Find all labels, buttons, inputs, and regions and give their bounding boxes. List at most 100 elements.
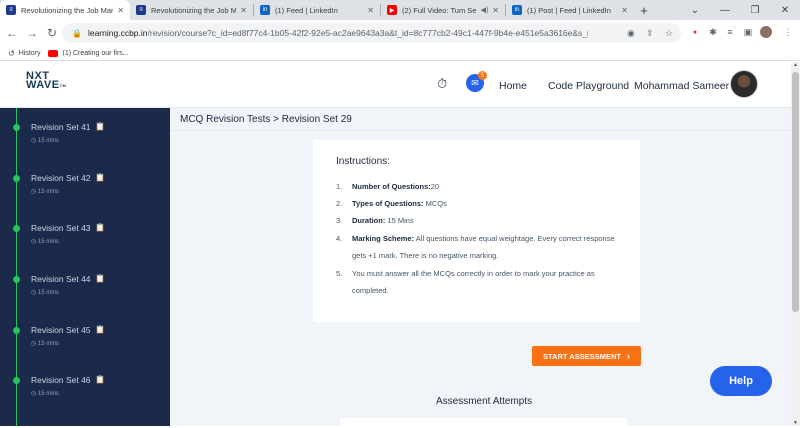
address-toolbar: ← → ↻ 🔒 learning.ccbp.in/revision/course…: [0, 20, 800, 46]
close-icon[interactable]: ✕: [117, 6, 124, 15]
instruction-number: 4.: [336, 234, 343, 243]
profile-avatar-icon[interactable]: [760, 26, 772, 38]
tab-search-icon[interactable]: ⌄: [680, 5, 710, 16]
sidebar-item-label: Revision Set 44: [31, 274, 91, 284]
menu-kebab-icon[interactable]: ⋮: [781, 24, 795, 40]
reading-list-icon[interactable]: ≡: [723, 24, 737, 40]
tab-title: (1) Post | Feed | LinkedIn: [527, 5, 611, 15]
sidebar-item-label: Revision Set 43: [31, 223, 91, 233]
avatar[interactable]: [730, 70, 758, 98]
lock-icon[interactable]: 🔒: [72, 29, 82, 38]
browser-tab[interactable]: in (1) Post | Feed | LinkedIn ✕: [506, 0, 634, 20]
start-assessment-label: START ASSESSMENT: [543, 351, 621, 361]
instruction-label: Number of Questions:: [352, 182, 431, 191]
tab-title: (2) Full Video: Tum Se H: [402, 5, 478, 15]
forward-icon[interactable]: →: [24, 26, 40, 40]
divider: [170, 130, 791, 131]
url-path: /revision/course?c_id=ed8f77c4-1b05-42f2…: [147, 28, 588, 38]
speaker-icon[interactable]: ◀): [481, 6, 489, 14]
clipboard-icon: 📋: [95, 223, 105, 232]
sidebar-item-revision-set-41[interactable]: Revision Set 41 📋 ◷ 15 mins: [0, 108, 170, 158]
sidebar-item-label: Revision Set 41: [31, 122, 91, 132]
sidebar-item-revision-set-46[interactable]: Revision Set 46 📋 ◷ 15 mins: [0, 361, 170, 411]
user-name[interactable]: Mohammad Sameer: [634, 80, 729, 92]
share-icon[interactable]: ⇪: [646, 23, 654, 43]
history-icon: ↺: [8, 48, 15, 58]
start-assessment-button[interactable]: START ASSESSMENT ›: [532, 346, 641, 366]
side-panel-icon[interactable]: ▣: [741, 24, 755, 40]
minimize-icon[interactable]: —: [710, 5, 740, 16]
sidebar-item-revision-set-45[interactable]: Revision Set 45 📋 ◷ 15 mins: [0, 311, 170, 361]
instruction-number: 2.: [336, 199, 343, 208]
sidebar-item-revision-set-44[interactable]: Revision Set 44 📋 ◷ 15 mins: [0, 260, 170, 310]
browser-tab[interactable]: ≡ Revolutionizing the Job Mark ✕: [0, 0, 130, 20]
sidebar-item-time: 15 mins: [37, 341, 59, 347]
close-window-icon[interactable]: ✕: [770, 5, 800, 16]
help-button[interactable]: Help: [710, 366, 772, 396]
url-host: learning.ccbp.in: [87, 28, 148, 38]
scroll-down-icon[interactable]: ▼: [791, 420, 800, 426]
browser-tab[interactable]: ▶ (2) Full Video: Tum Se H ◀) ✕: [381, 0, 505, 20]
instruction-number: 5.: [336, 269, 343, 278]
clock-icon: ◷ 15 mins: [31, 391, 59, 397]
close-icon[interactable]: ✕: [240, 6, 247, 15]
completed-check-icon: [13, 377, 20, 384]
clipboard-icon: 📋: [95, 122, 105, 131]
tab-title: Revolutionizing the Job Mark: [151, 5, 237, 15]
nav-code-playground[interactable]: Code Playground: [548, 80, 629, 92]
back-icon[interactable]: ←: [4, 26, 20, 40]
sidebar-item-label: Revision Set 42: [31, 173, 91, 183]
nxtwave-icon: ≡: [136, 5, 146, 15]
nxtwave-logo[interactable]: NXT WAVETM: [26, 71, 66, 91]
adblock-icon[interactable]: ●: [688, 24, 702, 40]
instruction-item: 4. Marking Scheme: All questions have equ…: [336, 230, 626, 264]
completed-check-icon: [13, 175, 20, 182]
sidebar-item-time: 15 mins: [37, 391, 59, 397]
completed-check-icon: [13, 276, 20, 283]
scrollbar-thumb[interactable]: [792, 72, 799, 312]
close-icon[interactable]: ✕: [621, 6, 628, 15]
linkedin-icon: in: [260, 5, 270, 15]
instruction-item: 2. Types of Questions: MCQs: [336, 195, 626, 212]
clock-icon: ◷ 15 mins: [31, 138, 59, 144]
page-scrollbar[interactable]: ▲ ▼: [791, 62, 800, 426]
extensions-icon[interactable]: ✱: [706, 24, 720, 40]
clipboard-icon: 📋: [95, 274, 105, 283]
instruction-text: 20: [430, 182, 440, 191]
bookmark-youtube[interactable]: (1) Creating our firs...: [48, 49, 129, 57]
instruction-label: Marking Scheme:: [352, 234, 415, 243]
instructions-title: Instructions:: [336, 156, 390, 167]
sidebar-item-time: 15 mins: [37, 189, 59, 195]
restore-icon[interactable]: ❐: [740, 5, 770, 16]
new-tab-button[interactable]: +: [634, 3, 654, 18]
nav-home[interactable]: Home: [499, 80, 527, 92]
logo-line-2: WAVE: [26, 79, 60, 91]
youtube-icon: [48, 49, 59, 57]
instruction-item: 3. Duration: 15 Mins: [336, 212, 626, 229]
nxtwave-icon: ≡: [6, 5, 16, 15]
sidebar-item-time: 15 mins: [37, 290, 59, 296]
close-icon[interactable]: ✕: [367, 6, 374, 15]
browser-tab[interactable]: ≡ Revolutionizing the Job Mark ✕: [130, 0, 253, 20]
sidebar-item-label: Revision Set 45: [31, 325, 91, 335]
browser-tab[interactable]: in (1) Feed | LinkedIn ✕: [254, 0, 380, 20]
sidebar-item-time: 15 mins: [37, 239, 59, 245]
clipboard-icon: 📋: [95, 325, 105, 334]
bookmark-label: History: [18, 49, 41, 57]
reload-icon[interactable]: ↻: [44, 26, 60, 40]
main-content: MCQ Revision Tests > Revision Set 29 Ins…: [170, 108, 791, 428]
sidebar-item-revision-set-42[interactable]: Revision Set 42 📋 ◷ 15 mins: [0, 159, 170, 209]
site-header: NXT WAVETM ⏱ ✉ 5 Home Code Playground Mo…: [0, 62, 791, 108]
url-bar[interactable]: 🔒 learning.ccbp.in/revision/course?c_id=…: [62, 23, 681, 43]
linkedin-icon: in: [512, 5, 522, 15]
sidebar-item-revision-set-43[interactable]: Revision Set 43 📋 ◷ 15 mins: [0, 209, 170, 259]
clipboard-icon: 📋: [95, 375, 105, 384]
bookmark-history[interactable]: ↺ History: [8, 49, 40, 58]
window-controls: ⌄ — ❐ ✕: [680, 0, 800, 20]
clock-icon: ◷ 15 mins: [31, 189, 59, 195]
google-lens-icon[interactable]: ◉: [627, 23, 635, 43]
stopwatch-icon[interactable]: ⏱: [437, 76, 451, 92]
bookmark-star-icon[interactable]: ☆: [665, 23, 673, 43]
scroll-up-icon[interactable]: ▲: [791, 62, 800, 68]
close-icon[interactable]: ✕: [492, 6, 499, 15]
